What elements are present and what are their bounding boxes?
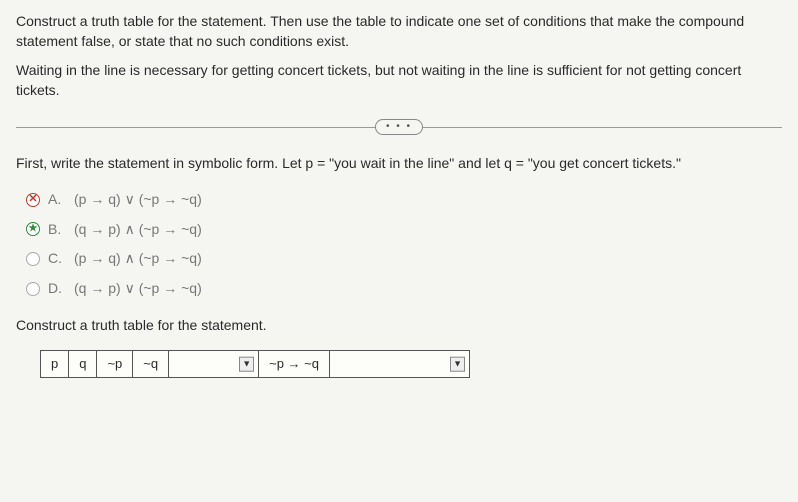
instructions-text: Construct a truth table for the statemen… — [16, 12, 782, 51]
option-c[interactable]: C. (p → q) ∧ (~p → ~q) — [26, 249, 782, 269]
option-d[interactable]: D. (q → p) ∨ (~p → ~q) — [26, 279, 782, 299]
option-a-expression: (p → q) ∨ (~p → ~q) — [74, 190, 202, 210]
radio-b-correct-icon — [26, 222, 40, 236]
symbolic-form-prompt: First, write the statement in symbolic f… — [16, 154, 782, 174]
col-dropdown-1[interactable]: ▼ — [169, 350, 259, 377]
option-c-expression: (p → q) ∧ (~p → ~q) — [74, 249, 202, 269]
option-c-label: C. — [48, 249, 66, 269]
chevron-down-icon: ▼ — [239, 357, 254, 372]
radio-c — [26, 252, 40, 266]
col-not-p: ~p — [97, 350, 133, 377]
option-b[interactable]: B. (q → p) ∧ (~p → ~q) — [26, 220, 782, 240]
answer-options: A. (p → q) ∨ (~p → ~q) B. (q → p) ∧ (~p … — [26, 190, 782, 298]
col-q: q — [69, 350, 97, 377]
truth-table-header-row: p q ~p ~q ▼ ~p → ~q ▼ — [41, 350, 470, 377]
option-a[interactable]: A. (p → q) ∨ (~p → ~q) — [26, 190, 782, 210]
option-d-label: D. — [48, 279, 66, 299]
expand-button[interactable]: • • • — [375, 119, 423, 135]
option-b-expression: (q → p) ∧ (~p → ~q) — [74, 220, 202, 240]
col-dropdown-2[interactable]: ▼ — [330, 350, 470, 377]
option-a-label: A. — [48, 190, 66, 210]
col-not-q: ~q — [133, 350, 169, 377]
col-notp-implies-notq: ~p → ~q — [259, 350, 330, 377]
option-b-label: B. — [48, 220, 66, 240]
truth-table-instruction: Construct a truth table for the statemen… — [16, 316, 782, 336]
chevron-down-icon: ▼ — [450, 357, 465, 372]
truth-table: p q ~p ~q ▼ ~p → ~q ▼ — [40, 350, 470, 378]
option-d-expression: (q → p) ∨ (~p → ~q) — [74, 279, 202, 299]
col-p: p — [41, 350, 69, 377]
radio-a-wrong-icon — [26, 193, 40, 207]
radio-d — [26, 282, 40, 296]
section-divider: • • • — [16, 118, 782, 136]
problem-statement: Waiting in the line is necessary for get… — [16, 61, 782, 100]
